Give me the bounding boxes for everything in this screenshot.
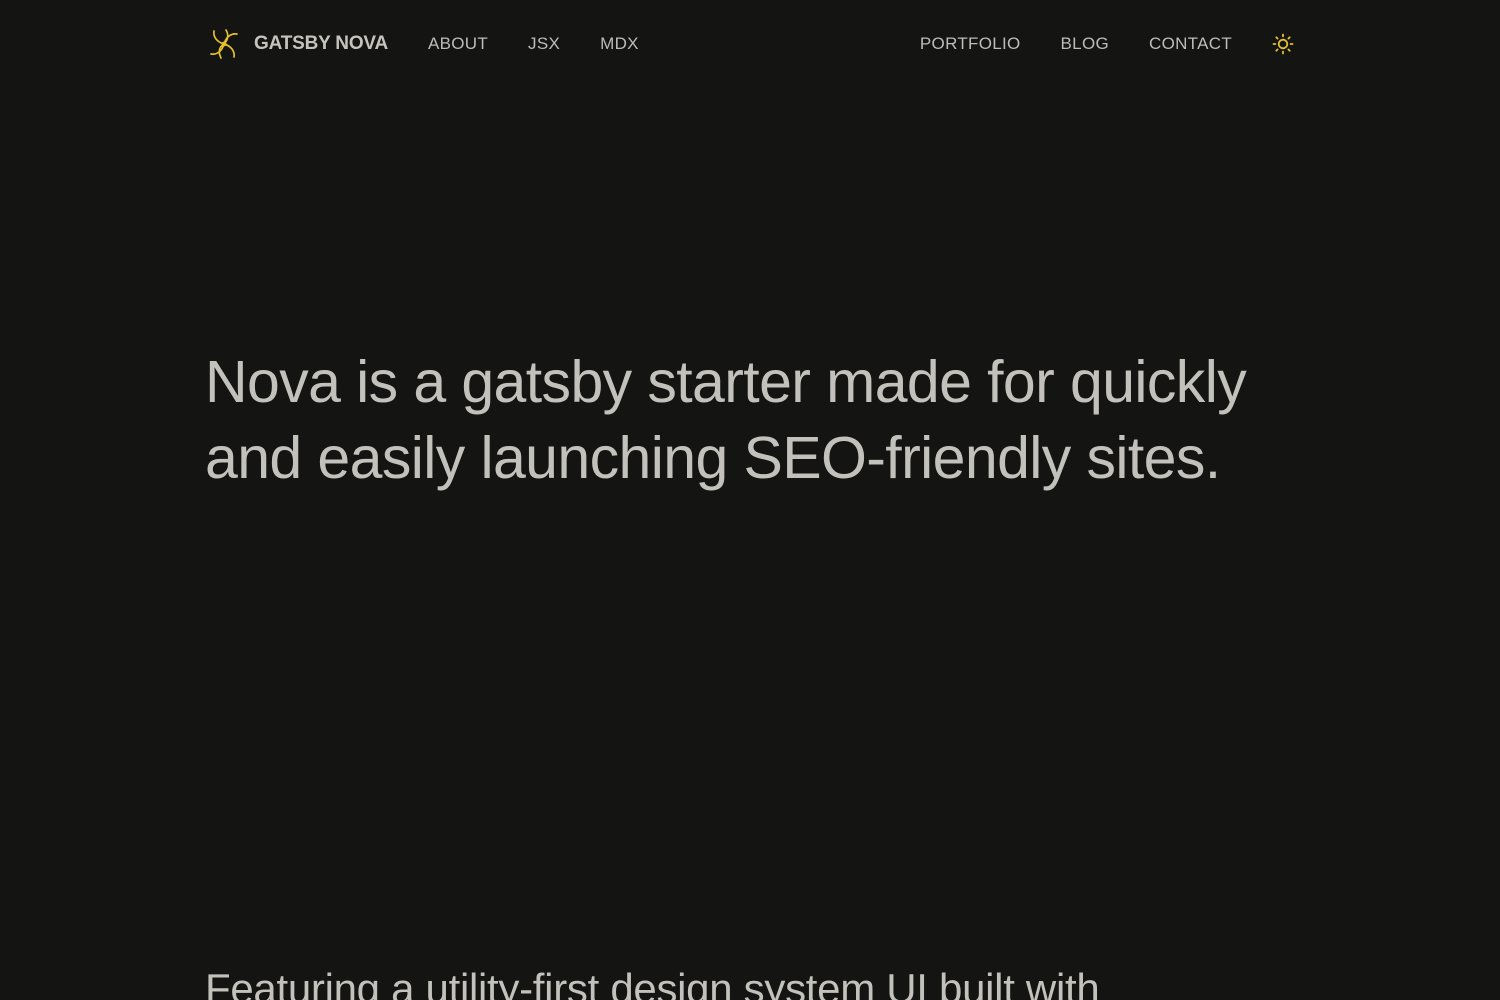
secondary-nav: PORTFOLIO BLOG CONTACT <box>880 31 1296 57</box>
nav-link-portfolio[interactable]: PORTFOLIO <box>920 34 1021 54</box>
nav-link-jsx[interactable]: JSX <box>528 34 560 54</box>
nav-link-contact[interactable]: CONTACT <box>1149 34 1232 54</box>
sun-icon <box>1272 33 1294 55</box>
nova-swirl-logo-icon <box>206 26 242 62</box>
page: GATSBY NOVA ABOUT JSX MDX PORTFOLIO BLOG… <box>0 0 1500 1000</box>
hero-headline: Nova is a gatsby starter made for quickl… <box>205 349 1247 491</box>
nav-link-blog[interactable]: BLOG <box>1061 34 1109 54</box>
theme-toggle-button[interactable] <box>1270 31 1296 57</box>
brand-name: GATSBY NOVA <box>254 33 388 54</box>
brand-home-link[interactable]: GATSBY NOVA <box>206 26 388 62</box>
nav-link-mdx[interactable]: MDX <box>600 34 639 54</box>
top-navbar: GATSBY NOVA ABOUT JSX MDX PORTFOLIO BLOG… <box>206 22 1296 66</box>
primary-nav: GATSBY NOVA ABOUT JSX MDX <box>206 26 679 62</box>
feature-heading: Featuring a utility-first design system … <box>205 965 1100 1000</box>
nav-link-about[interactable]: ABOUT <box>428 34 488 54</box>
